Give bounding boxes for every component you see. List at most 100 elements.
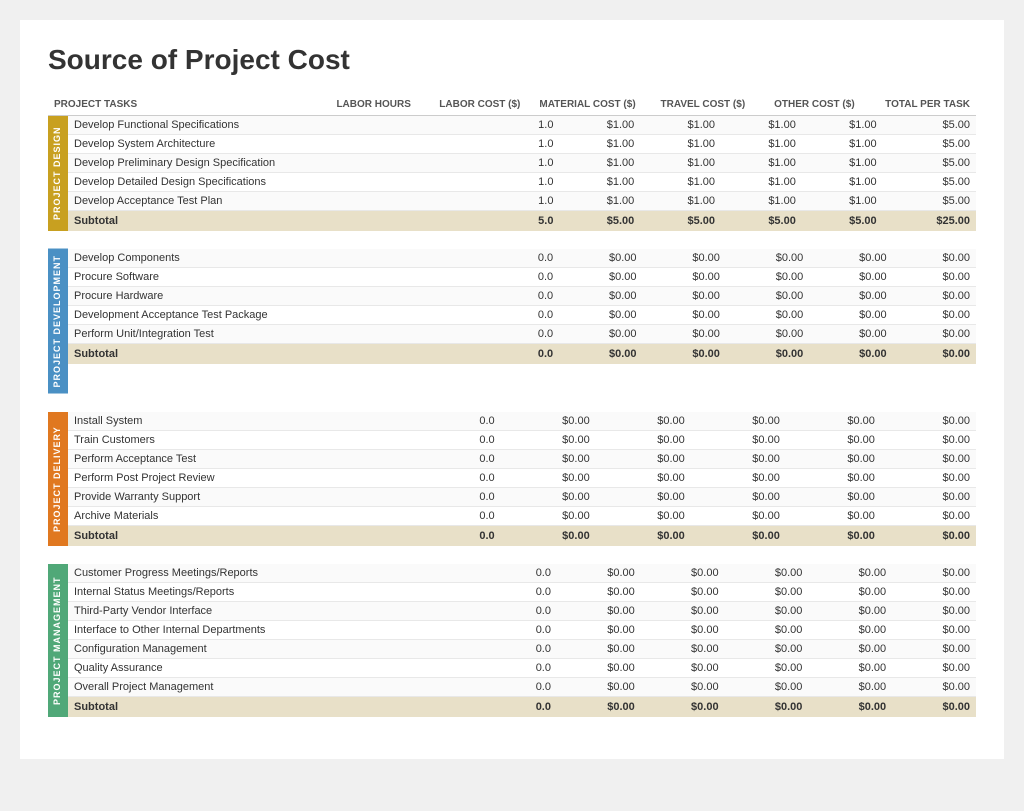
section-management: PROJECT MANAGEMENTCustomer Progress Meet… — [48, 564, 976, 717]
cell-3-0: Develop Detailed Design Specifications — [68, 173, 504, 192]
cell-2-0: Procure Hardware — [68, 287, 502, 306]
cell-3-4: $0.00 — [691, 468, 786, 487]
cell-4-1: 0.0 — [499, 639, 557, 658]
cell-2-0: Third-Party Vendor Interface — [68, 601, 499, 620]
cell-1-6: $5.00 — [883, 135, 976, 154]
table-row: Perform Acceptance Test0.0$0.00$0.00$0.0… — [68, 449, 976, 468]
subtotal-cell-2: $0.00 — [559, 344, 642, 365]
cell-4-6: $0.00 — [892, 639, 976, 658]
cell-3-1: 0.0 — [435, 468, 501, 487]
cell-0-1: 1.0 — [504, 116, 560, 135]
cell-3-3: $0.00 — [596, 468, 691, 487]
subtotal-cell-0: Subtotal — [68, 525, 435, 546]
subtotal-cell-2: $0.00 — [501, 525, 596, 546]
table-row: Third-Party Vendor Interface0.0$0.00$0.0… — [68, 601, 976, 620]
table-row: Develop Acceptance Test Plan1.0$1.00$1.0… — [68, 192, 976, 211]
col-header-total: TOTAL PER TASK — [861, 94, 976, 116]
cell-1-5: $0.00 — [786, 430, 881, 449]
cell-2-5: $0.00 — [786, 449, 881, 468]
cell-3-0: Interface to Other Internal Departments — [68, 620, 499, 639]
cell-1-3: $0.00 — [641, 582, 725, 601]
cell-4-5: $0.00 — [786, 487, 881, 506]
cell-0-5: $0.00 — [786, 412, 881, 431]
cell-1-1: 0.0 — [502, 268, 560, 287]
cell-3-2: $0.00 — [557, 620, 641, 639]
cell-6-5: $0.00 — [808, 677, 892, 696]
cell-4-1: 0.0 — [502, 325, 560, 344]
cell-3-1: 1.0 — [504, 173, 560, 192]
cell-2-0: Develop Preliminary Design Specification — [68, 154, 504, 173]
cell-2-3: $1.00 — [640, 154, 721, 173]
cell-5-6: $0.00 — [881, 506, 976, 525]
subtotal-row-delivery: Subtotal0.0$0.00$0.00$0.00$0.00$0.00 — [68, 525, 976, 546]
cell-4-3: $0.00 — [596, 487, 691, 506]
cell-6-0: Overall Project Management — [68, 677, 499, 696]
cell-0-3: $0.00 — [643, 249, 726, 268]
cell-1-1: 0.0 — [499, 582, 557, 601]
subtotal-cell-5: $0.00 — [808, 696, 892, 717]
cell-3-4: $1.00 — [721, 173, 802, 192]
subtotal-cell-3: $0.00 — [641, 696, 725, 717]
subtotal-cell-6: $0.00 — [892, 696, 976, 717]
subtotal-cell-5: $0.00 — [786, 525, 881, 546]
cell-5-2: $0.00 — [501, 506, 596, 525]
cell-1-4: $0.00 — [725, 582, 809, 601]
cell-6-1: 0.0 — [499, 677, 557, 696]
cell-4-0: Perform Unit/Integration Test — [68, 325, 502, 344]
cell-0-3: $0.00 — [596, 412, 691, 431]
cell-4-4: $0.00 — [691, 487, 786, 506]
cell-6-4: $0.00 — [725, 677, 809, 696]
subtotal-cell-4: $0.00 — [726, 344, 809, 365]
cell-2-5: $0.00 — [809, 287, 892, 306]
section-development: PROJECT DEVELOPMENTDevelop Components0.0… — [48, 249, 976, 394]
cell-3-5: $0.00 — [786, 468, 881, 487]
subtotal-cell-3: $0.00 — [596, 525, 691, 546]
table-row: Perform Unit/Integration Test0.0$0.00$0.… — [68, 325, 976, 344]
cell-3-3: $0.00 — [641, 620, 725, 639]
sections-container: PROJECT DESIGNDevelop Functional Specifi… — [48, 116, 976, 717]
cell-4-1: 1.0 — [504, 192, 560, 211]
cell-4-2: $0.00 — [501, 487, 596, 506]
cell-3-5: $0.00 — [808, 620, 892, 639]
subtotal-cell-4: $0.00 — [691, 525, 786, 546]
cell-2-1: 0.0 — [435, 449, 501, 468]
cell-5-5: $0.00 — [808, 658, 892, 677]
subtotal-cell-6: $0.00 — [893, 344, 976, 365]
cell-0-3: $1.00 — [640, 116, 721, 135]
cell-5-0: Quality Assurance — [68, 658, 499, 677]
cell-1-0: Internal Status Meetings/Reports — [68, 582, 499, 601]
cell-0-2: $1.00 — [559, 116, 640, 135]
subtotal-cell-3: $5.00 — [640, 211, 721, 232]
cell-0-3: $0.00 — [641, 564, 725, 583]
cell-0-2: $0.00 — [557, 564, 641, 583]
cell-0-4: $0.00 — [726, 249, 809, 268]
cell-0-2: $0.00 — [501, 412, 596, 431]
cell-4-5: $1.00 — [802, 192, 883, 211]
cell-2-3: $0.00 — [643, 287, 726, 306]
subtotal-cell-6: $25.00 — [883, 211, 976, 232]
cell-0-1: 0.0 — [435, 412, 501, 431]
cell-4-2: $0.00 — [557, 639, 641, 658]
page: Source of Project Cost PROJECT TASKS LAB… — [20, 20, 1004, 759]
cell-5-5: $0.00 — [786, 506, 881, 525]
cell-2-6: $5.00 — [883, 154, 976, 173]
subtotal-cell-6: $0.00 — [881, 525, 976, 546]
cell-2-4: $1.00 — [721, 154, 802, 173]
table-row: Archive Materials0.0$0.00$0.00$0.00$0.00… — [68, 506, 976, 525]
table-row: Develop System Architecture1.0$1.00$1.00… — [68, 135, 976, 154]
cell-1-2: $0.00 — [501, 430, 596, 449]
subtotal-cell-2: $0.00 — [557, 696, 641, 717]
cell-1-5: $1.00 — [802, 135, 883, 154]
cell-3-4: $0.00 — [726, 306, 809, 325]
subtotal-row-design: Subtotal5.0$5.00$5.00$5.00$5.00$25.00 — [68, 211, 976, 232]
cell-4-0: Develop Acceptance Test Plan — [68, 192, 504, 211]
cell-5-3: $0.00 — [596, 506, 691, 525]
cell-0-5: $0.00 — [808, 564, 892, 583]
table-row: Internal Status Meetings/Reports0.0 $0.00… — [68, 582, 976, 601]
cell-2-3: $0.00 — [641, 601, 725, 620]
col-header-other-cost: OTHER COST ($) — [751, 94, 861, 116]
col-header-material-cost: MATERIAL COST ($) — [526, 94, 641, 116]
subtotal-cell-3: $0.00 — [643, 344, 726, 365]
cell-1-1: 0.0 — [435, 430, 501, 449]
table-row: Overall Project Management0.0$0.00$0.00$… — [68, 677, 976, 696]
